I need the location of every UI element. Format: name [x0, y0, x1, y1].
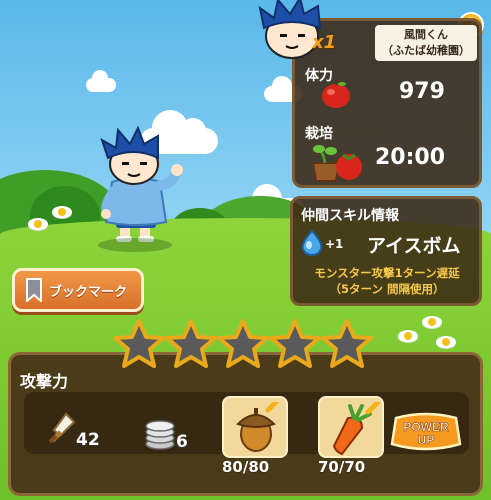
coin-stack-icon — [145, 420, 175, 450]
carrot-icon — [332, 402, 380, 456]
bookmark-button[interactable]: ブックマーク — [12, 268, 144, 312]
power-up-line2: UP — [418, 433, 435, 447]
water-drop-icon — [301, 229, 323, 257]
bookmark-label: ブックマーク — [49, 284, 128, 300]
carrot-slot[interactable] — [318, 396, 384, 458]
power-up-button[interactable]: POWER UP — [390, 412, 462, 452]
attack-label: 攻撃力 — [20, 372, 69, 391]
star-icon — [165, 319, 217, 368]
flower — [398, 330, 418, 342]
flower — [422, 316, 442, 328]
power-up-badge: POWER UP — [390, 412, 462, 451]
sword-icon — [48, 412, 76, 444]
flower — [52, 206, 72, 218]
carrot-progress: 70/70 — [318, 458, 366, 476]
apple-icon — [322, 79, 350, 108]
buddy-affiliation: （ふたば幼稚園） — [382, 44, 470, 57]
star-icon — [113, 319, 165, 368]
skill-description-1: モンスター攻撃1ターン遅延 — [314, 266, 460, 280]
flower — [436, 336, 456, 348]
bookmark-icon — [26, 278, 42, 302]
power-up-line1: POWER — [403, 420, 449, 434]
skill-level: +1 — [325, 237, 344, 251]
character-sprite — [100, 125, 183, 242]
star-icon — [217, 319, 269, 368]
star-icon — [269, 319, 321, 368]
buddy-multiplier: x1 — [312, 32, 337, 53]
skill-heading: 仲間スキル情報 — [301, 208, 399, 224]
character-shadow — [98, 238, 172, 252]
flower — [28, 218, 48, 230]
skill-name: アイスボム — [367, 235, 461, 257]
cultivation-timer: 20:00 — [375, 145, 446, 170]
kazama-character[interactable] — [88, 120, 188, 260]
sword-count: 42 — [76, 430, 100, 450]
buddy-name: 風間くん — [404, 28, 448, 41]
cloud — [86, 70, 116, 92]
acorn-icon — [236, 402, 280, 452]
star-icon — [321, 319, 373, 368]
skill-description-2: （5ターン 間隔使用） — [329, 282, 445, 296]
coin-count: 6 — [176, 432, 188, 452]
stamina-value: 979 — [399, 79, 445, 104]
acorn-slot[interactable] — [222, 396, 288, 458]
skill-info-panel: 仲間スキル情報 +1 アイスボム モンスター攻撃1ターン遅延 （5ターン 間隔使… — [290, 196, 482, 306]
star-rating — [112, 318, 382, 374]
acorn-progress: 80/80 — [222, 458, 270, 476]
farm-plant-icon — [311, 145, 362, 182]
